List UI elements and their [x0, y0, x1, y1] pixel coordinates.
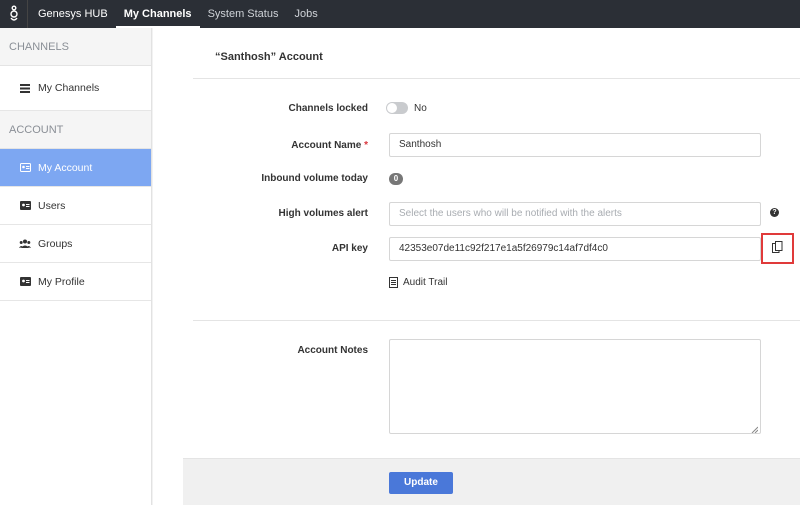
nav-my-channels[interactable]: My Channels [115, 0, 200, 28]
list-icon [19, 82, 31, 94]
sidebar-header-account: ACCOUNT [0, 111, 151, 149]
api-key-label: API key [331, 243, 368, 254]
channels-locked-toggle[interactable] [386, 102, 408, 114]
sidebar-header-channels: CHANNELS [0, 28, 151, 66]
document-icon [389, 277, 398, 288]
account-name-label-text: Account Name [291, 140, 362, 151]
genesys-logo-icon[interactable] [0, 0, 28, 28]
sidebar-item-label: Users [38, 199, 66, 212]
account-notes-textarea[interactable] [389, 339, 761, 434]
nav-system-status[interactable]: System Status [200, 0, 287, 28]
copy-api-key-button[interactable] [761, 233, 794, 264]
account-panel: “Santhosh” Account Channels locked No Ac… [153, 28, 800, 505]
high-volumes-label: High volumes alert [278, 208, 368, 219]
id-card-icon [19, 200, 31, 212]
toggle-knob [387, 103, 397, 113]
sidebar-item-my-channels[interactable]: My Channels [0, 66, 151, 111]
id-card-icon [19, 276, 31, 288]
account-notes-label: Account Notes [297, 345, 368, 356]
sidebar-item-label: My Channels [38, 82, 100, 94]
inbound-volume-label: Inbound volume today [261, 173, 368, 184]
sidebar: CHANNELS My Channels ACCOUNT My Account … [0, 28, 152, 505]
form-footer: Update [183, 458, 800, 505]
account-name-input[interactable]: Santhosh [389, 133, 761, 157]
help-icon[interactable]: ? [770, 208, 779, 217]
high-volumes-alert-select[interactable]: Select the users who will be notified wi… [389, 202, 761, 226]
sidebar-item-label: My Profile [38, 275, 85, 288]
nav-jobs[interactable]: Jobs [286, 0, 325, 28]
divider [193, 320, 800, 321]
channels-locked-value: No [414, 103, 427, 114]
page-title: “Santhosh” Account [215, 51, 323, 63]
sidebar-item-groups[interactable]: Groups [0, 225, 151, 263]
id-card-icon [19, 162, 31, 174]
sidebar-item-my-profile[interactable]: My Profile [0, 263, 151, 301]
sidebar-item-my-account[interactable]: My Account [0, 149, 151, 187]
inbound-count-badge: 0 [389, 173, 403, 185]
audit-trail-link[interactable]: Audit Trail [389, 277, 447, 288]
brand-label[interactable]: Genesys HUB [28, 0, 116, 28]
copy-icon [772, 241, 783, 256]
top-navigation-bar: Genesys HUB My Channels System Status Jo… [0, 0, 800, 28]
divider [193, 78, 800, 79]
api-key-field[interactable]: 42353e07de11c92f217e1a5f26979c14af7df4c0 [389, 237, 761, 261]
sidebar-item-label: My Account [38, 161, 93, 174]
account-name-label: Account Name * [153, 140, 368, 151]
channels-locked-label: Channels locked [288, 103, 368, 114]
group-icon [19, 238, 31, 250]
sidebar-item-label: Groups [38, 237, 73, 250]
sidebar-item-users[interactable]: Users [0, 187, 151, 225]
audit-trail-label: Audit Trail [403, 277, 448, 288]
required-marker: * [364, 140, 368, 151]
update-button[interactable]: Update [389, 472, 453, 494]
